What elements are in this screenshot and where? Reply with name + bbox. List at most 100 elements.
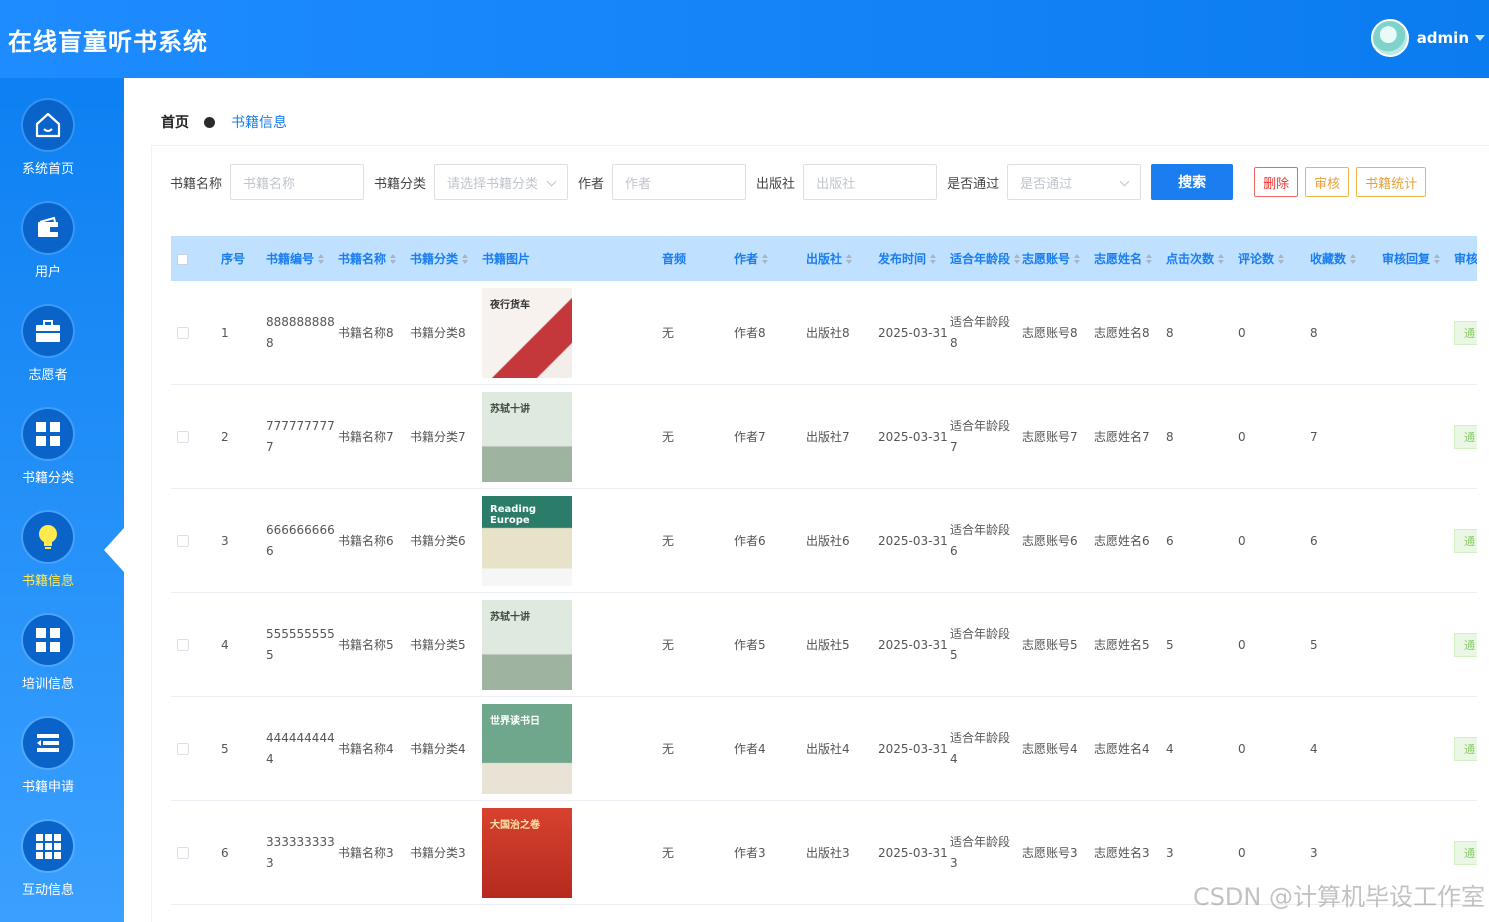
placeholder: 是否通过 xyxy=(1020,176,1073,192)
chevron-down-icon[interactable] xyxy=(1475,35,1485,41)
sort-icon[interactable] xyxy=(1278,253,1285,264)
sidebar-item-home[interactable]: 系统首页 xyxy=(0,100,96,190)
sort-icon[interactable] xyxy=(1218,253,1225,264)
col-audit-reply[interactable]: 审核回复 xyxy=(1382,236,1441,281)
col-category[interactable]: 书籍分类 xyxy=(410,236,469,281)
search-button[interactable]: 搜索 xyxy=(1151,164,1234,200)
col-code[interactable]: 书籍编号 xyxy=(266,236,325,281)
top-bar: 在线盲童听书系统 admin xyxy=(0,0,1489,78)
sidebar-item-book-apply[interactable]: 书籍申请 xyxy=(0,718,96,808)
author-input[interactable]: 作者 xyxy=(612,164,747,200)
sidebar-item-label: 书籍信息 xyxy=(21,574,74,589)
row-checkbox[interactable] xyxy=(177,743,189,755)
cell-comments: 0 xyxy=(1238,533,1246,548)
sort-icon[interactable] xyxy=(1350,253,1357,264)
row-checkbox[interactable] xyxy=(177,535,189,547)
cell-audio: 无 xyxy=(662,429,675,444)
col-clicks[interactable]: 点击次数 xyxy=(1166,236,1225,281)
col-favorites[interactable]: 收藏数 xyxy=(1310,236,1357,281)
user-name[interactable]: admin xyxy=(1417,29,1469,47)
col-vol-name[interactable]: 志愿姓名 xyxy=(1094,236,1153,281)
sidebar-item-book-category[interactable]: 书籍分类 xyxy=(0,409,96,499)
book-stats-button[interactable]: 书籍统计 xyxy=(1356,167,1427,197)
cell-clicks: 8 xyxy=(1166,325,1174,340)
lightbulb-icon xyxy=(39,525,57,549)
status-badge: 通 xyxy=(1454,425,1477,449)
cell-code-line2: 4 xyxy=(266,752,274,766)
col-audit-status: 审核 xyxy=(1454,252,1477,266)
sort-icon[interactable] xyxy=(1146,253,1153,264)
chevron-down-icon xyxy=(546,176,557,187)
sidebar-item-training[interactable]: 培训信息 xyxy=(0,615,96,705)
row-checkbox[interactable] xyxy=(177,639,189,651)
book-cover-image[interactable]: 夜行货车 xyxy=(482,288,572,378)
book-cover-image[interactable]: Reading Europe xyxy=(482,496,572,586)
col-publisher[interactable]: 出版社 xyxy=(806,236,853,281)
book-name-input[interactable]: 书籍名称 xyxy=(230,164,365,200)
avatar[interactable] xyxy=(1370,19,1409,57)
table-row: 4 555555555 5 书籍名称5 书籍分类5 无作者5 出版社5 2025-03-31 适… xyxy=(171,593,1477,697)
sort-icon[interactable] xyxy=(462,253,469,264)
sidebar: 系统首页 用户 志愿者 书籍分类 书籍信息 培训信息 书籍申请 互动信息 xyxy=(0,78,124,922)
row-checkbox[interactable] xyxy=(177,327,189,339)
row-checkbox[interactable] xyxy=(177,431,189,443)
sidebar-item-interaction[interactable]: 互动信息 xyxy=(0,821,96,911)
col-author[interactable]: 作者 xyxy=(734,236,769,281)
row-checkbox[interactable] xyxy=(177,847,189,859)
book-cover-image[interactable]: 苏轼十讲 xyxy=(482,600,572,690)
cell-clicks: 4 xyxy=(1166,741,1174,756)
approved-select[interactable]: 是否通过 xyxy=(1007,164,1142,200)
cell-favorites: 7 xyxy=(1310,429,1318,444)
app-title: 在线盲童听书系统 xyxy=(8,28,208,56)
sort-icon[interactable] xyxy=(1434,253,1441,264)
audit-button[interactable]: 审核 xyxy=(1305,167,1350,197)
cell-age-line2: 4 xyxy=(950,752,958,766)
delete-button[interactable]: 删除 xyxy=(1254,167,1299,197)
breadcrumb-home[interactable]: 首页 xyxy=(161,112,189,132)
cell-author: 作者4 xyxy=(734,741,766,756)
cell-code-line2: 5 xyxy=(266,648,274,662)
sort-icon[interactable] xyxy=(1014,253,1021,264)
cover-title: Reading Europe xyxy=(490,504,537,526)
sidebar-item-label: 书籍分类 xyxy=(21,471,74,486)
book-cover-image[interactable]: 苏轼十讲 xyxy=(482,392,572,482)
col-publish-time[interactable]: 发布时间 xyxy=(878,236,937,281)
book-cover-image[interactable]: 大国治之卷 xyxy=(482,808,572,898)
book-table: 序号 书籍编号 书籍名称 书籍分类 书籍图片 音频 作者 出版社 发布时间 适合… xyxy=(171,236,1477,922)
cell-code-line1: 777777777 xyxy=(266,419,335,433)
col-vol-account[interactable]: 志愿账号 xyxy=(1022,236,1081,281)
user-menu[interactable]: admin xyxy=(1370,18,1485,58)
sort-icon[interactable] xyxy=(390,253,397,264)
sort-icon[interactable] xyxy=(762,253,769,264)
cell-code-line2: 6 xyxy=(266,544,274,558)
table-row: 1 888888888 8 书籍名称8 书籍分类8 无作者8 出版社8 2025-03-31 适… xyxy=(171,281,1477,385)
sort-icon[interactable] xyxy=(1074,253,1081,264)
sort-icon[interactable] xyxy=(846,253,853,264)
sort-icon[interactable] xyxy=(318,253,325,264)
sidebar-item-users[interactable]: 用户 xyxy=(0,203,96,293)
cell-age-line1: 适合年龄段 xyxy=(950,627,1011,641)
cell-publish-time: 2025-03-31 xyxy=(878,741,948,756)
category-select[interactable]: 请选择书籍分类 xyxy=(434,164,569,200)
cell-code: 444444444 4 xyxy=(266,697,335,801)
cell-comments: 0 xyxy=(1238,325,1246,340)
sidebar-item-volunteers[interactable]: 志愿者 xyxy=(0,306,96,396)
sort-icon[interactable] xyxy=(930,253,937,264)
cell-code-line1: 333333333 xyxy=(266,835,335,849)
cell-author: 作者8 xyxy=(734,325,766,340)
placeholder: 书籍名称 xyxy=(243,176,296,192)
cell-code-line1: 555555555 xyxy=(266,627,335,641)
sidebar-item-book-info[interactable]: 书籍信息 xyxy=(0,512,96,602)
publisher-input[interactable]: 出版社 xyxy=(803,164,938,200)
col-name[interactable]: 书籍名称 xyxy=(338,236,397,281)
cell-vol-name: 志愿姓名4 xyxy=(1094,741,1150,756)
main-content: 首页 书籍信息 书籍名称 书籍名称 书籍分类 请选择书籍分类 作者 作者 出版社… xyxy=(124,78,1489,922)
book-cover-image[interactable]: 世界读书日 xyxy=(482,704,572,794)
select-all-checkbox[interactable] xyxy=(177,254,188,265)
cell-category: 书籍分类7 xyxy=(410,429,466,444)
placeholder: 作者 xyxy=(625,176,652,192)
cell-category: 书籍分类3 xyxy=(410,845,466,860)
cell-code-line1: 444444444 xyxy=(266,731,335,745)
col-comments[interactable]: 评论数 xyxy=(1238,236,1285,281)
col-age[interactable]: 适合年龄段 xyxy=(950,236,1021,281)
